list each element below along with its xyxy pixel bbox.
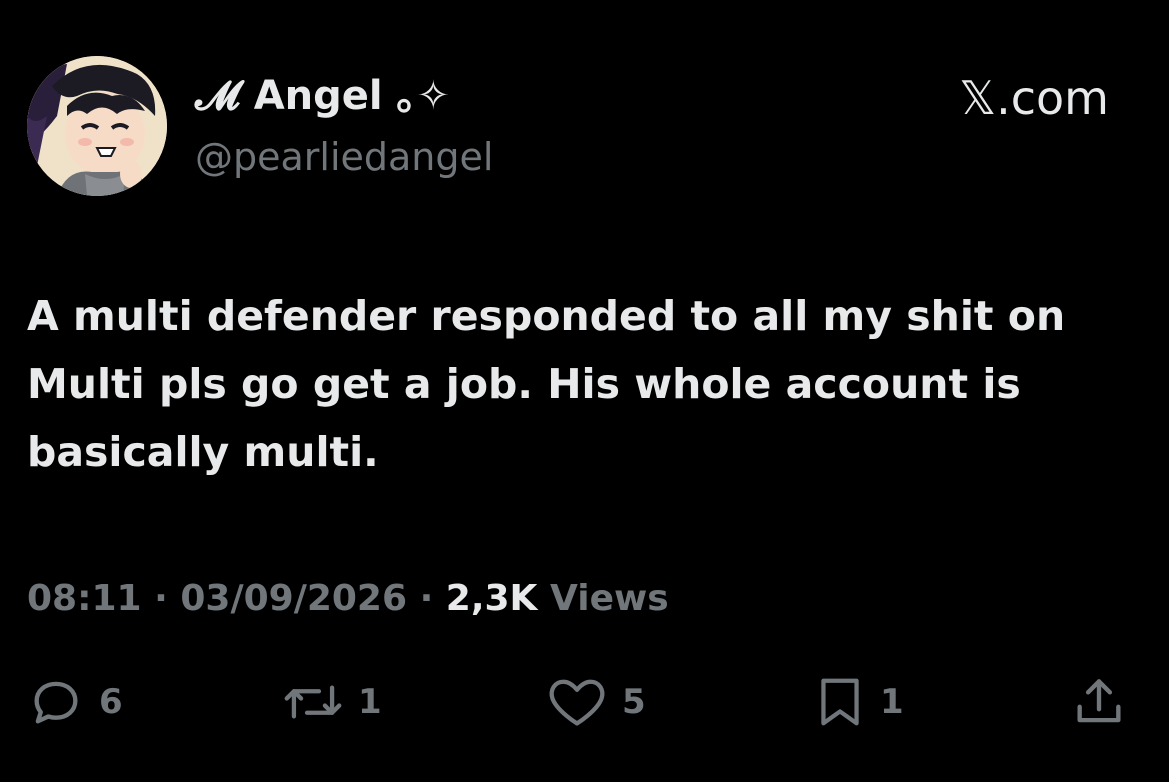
tweet-date[interactable]: 03/09/2026 — [180, 578, 407, 619]
tweet-text: A multi defender responded to all my shi… — [27, 292, 1066, 476]
display-name[interactable]: 𝓜 Angel ｡✧ — [195, 72, 450, 120]
heart-icon — [549, 679, 605, 726]
action-bar: 6 1 5 1 — [0, 672, 1169, 732]
meta-separator: · — [141, 578, 181, 619]
repost-count: 1 — [358, 682, 382, 722]
bookmark-button[interactable]: 1 — [814, 672, 904, 732]
avatar-image — [27, 56, 167, 196]
repost-button[interactable]: 1 — [282, 672, 382, 732]
reply-icon — [34, 681, 78, 724]
share-icon — [1077, 679, 1121, 723]
repost-icon — [284, 685, 342, 719]
bookmark-icon — [821, 678, 859, 726]
share-button[interactable] — [1070, 672, 1128, 732]
bookmark-count: 1 — [880, 682, 904, 722]
tweet-time[interactable]: 08:11 — [27, 578, 142, 619]
handle[interactable]: @pearliedangel — [195, 134, 493, 180]
brand-label: 𝕏.com — [959, 71, 1109, 125]
views-count: 2,3K — [445, 578, 538, 619]
avatar[interactable] — [27, 56, 167, 196]
meta-separator: · — [407, 578, 446, 619]
tweet-meta: 08:11 · 03/09/2026 · 2,3K Views — [27, 576, 669, 622]
views-label: Views — [550, 578, 669, 619]
reply-button[interactable]: 6 — [27, 672, 123, 732]
like-count: 5 — [622, 682, 646, 722]
reply-count: 6 — [99, 682, 123, 722]
like-button[interactable]: 5 — [546, 672, 646, 732]
